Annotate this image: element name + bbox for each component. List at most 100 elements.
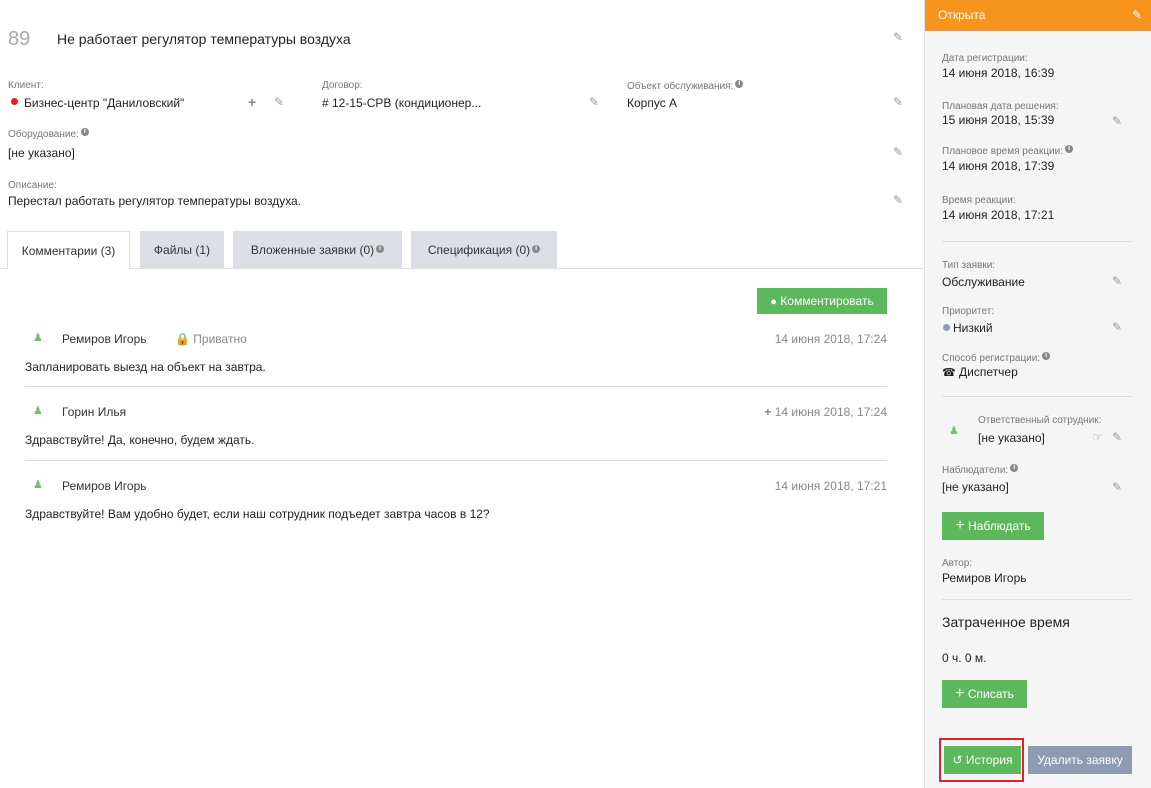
history-button-label: История [965,753,1013,767]
method-value-text: Диспетчер [959,365,1018,379]
add-client-icon[interactable]: + [248,94,256,110]
reaction-label: Время реакции: [942,195,1016,206]
edit-client-icon[interactable]: ✎ [272,96,286,108]
ticket-number: 89 [8,28,31,50]
comment-text: Запланировать выезд на объект на завтра. [25,360,266,374]
status-bar: Открыта ✎ [925,0,1151,31]
reaction-value: 14 июня 2018, 17:21 [942,208,1055,222]
tab-files[interactable]: Файлы (1) [140,231,224,269]
write-off-button[interactable]: + Списать [942,680,1027,708]
method-label-text: Способ регистрации: [942,353,1041,364]
info-icon[interactable]: i [1010,464,1019,472]
user-icon: ♟ [33,332,43,344]
ticket-title: Не работает регулятор температуры воздух… [57,31,351,47]
tab-nested-requests-label: Вложенные заявки (0) [250,243,375,257]
comment-item: ♟ Горин Илья + 14 июня 2018, 17:24 Здрав… [25,403,887,447]
reg-date-value: 14 июня 2018, 16:39 [942,66,1055,80]
observers-label: Наблюдатели: i [942,464,1019,476]
tab-specification-label: Спецификация (0) [427,243,531,257]
comment-date: 14 июня 2018, 17:24 [774,332,887,346]
priority-label: Приоритет: [942,306,995,317]
reg-date-label: Дата регистрации: [942,53,1028,64]
private-label: Приватно [193,332,247,346]
comment-author: Ремиров Игорь [62,332,147,346]
client-value[interactable]: Бизнес-центр "Даниловский" [24,96,184,110]
responsible-value: [не указано] [978,431,1045,445]
equipment-label-text: Оборудование: [8,129,79,140]
speech-bubble-icon: ● [770,296,777,308]
hand-icon[interactable]: ☞ [1092,430,1103,444]
contract-value[interactable]: # 12-15-СРВ (кондиционер... [322,96,481,110]
observe-button-label: Наблюдать [968,519,1031,533]
user-icon: ♟ [949,425,959,437]
method-label: Способ регистрации: i [942,352,1051,364]
author-value: Ремиров Игорь [942,571,1027,585]
delete-request-button[interactable]: Удалить заявку [1028,746,1132,774]
history-icon: ↺ [952,753,963,767]
comment-text: Здравствуйте! Вам удобно будет, если наш… [25,507,490,521]
info-icon[interactable]: i [80,128,89,136]
edit-status-icon[interactable]: ✎ [1130,9,1144,21]
comment-button[interactable]: ● Комментировать [757,288,887,314]
edit-title-icon[interactable]: ✎ [891,31,905,43]
observe-button[interactable]: + Наблюдать [942,512,1044,540]
sidebar-divider [942,599,1132,600]
comment-date: 14 июня 2018, 17:21 [774,479,887,493]
ticket-main: 89 Не работает регулятор температуры воз… [0,0,924,788]
observers-label-text: Наблюдатели: [942,465,1009,476]
edit-type-icon[interactable]: ✎ [1110,275,1124,287]
type-label: Тип заявки: [942,260,996,271]
comment-date: + 14 июня 2018, 17:24 [764,405,887,419]
info-icon: i [376,245,385,253]
comment-date-text: 14 июня 2018, 17:24 [774,405,887,419]
planned-date-label: Плановая дата решения: [942,101,1059,112]
info-icon[interactable]: i [735,80,744,88]
sidebar-divider [942,241,1132,242]
info-icon: i [532,245,541,253]
ticket-sidebar: Открыта ✎ Дата регистрации: 14 июня 2018… [924,0,1151,788]
comment-item: ♟ Ремиров Игорь 14 июня 2018, 17:21 Здра… [25,477,887,521]
write-off-button-label: Списать [967,687,1014,701]
comment-button-label: Комментировать [780,294,874,308]
tab-specification[interactable]: Спецификация (0) i [411,231,557,269]
equipment-value: [не указано] [8,146,75,160]
edit-description-icon[interactable]: ✎ [891,194,905,206]
object-value[interactable]: Корпус А [627,96,677,110]
edit-contract-icon[interactable]: ✎ [587,96,601,108]
comment-item: ♟ Ремиров Игорь 🔒 Приватно 14 июня 2018,… [25,330,887,374]
author-label: Автор: [942,558,973,569]
comment-author: Ремиров Игорь [62,479,147,493]
edit-priority-icon[interactable]: ✎ [1110,321,1124,333]
reply-plus-icon[interactable]: + [764,405,771,419]
object-label: Объект обслуживания: i [627,80,744,92]
responsible-label: Ответственный сотрудник: [978,415,1102,426]
edit-object-icon[interactable]: ✎ [891,96,905,108]
history-button[interactable]: ↺ История [944,746,1021,774]
client-status-dot [11,98,18,105]
description-label: Описание: [8,180,57,191]
info-icon[interactable]: i [1042,352,1051,360]
method-value: ☎ Диспетчер [942,365,1018,379]
lock-icon: 🔒 [175,332,190,346]
status-label: Открыта [938,8,986,22]
tab-comments[interactable]: Комментарии (3) [7,231,130,269]
user-icon: ♟ [33,479,43,491]
edit-responsible-icon[interactable]: ✎ [1110,431,1124,443]
tab-nested-requests[interactable]: Вложенные заявки (0) i [233,231,402,269]
observers-value: [не указано] [942,480,1009,494]
object-label-text: Объект обслуживания: [627,81,734,92]
edit-planned-date-icon[interactable]: ✎ [1110,115,1124,127]
time-spent-value: 0 ч. 0 м. [942,651,987,665]
plus-icon: + [955,517,965,534]
planned-reaction-label-text: Плановое время реакции: [942,146,1064,157]
comment-author: Горин Илья [62,405,127,419]
edit-equipment-icon[interactable]: ✎ [891,146,905,158]
info-icon[interactable]: i [1065,145,1074,153]
priority-value: Низкий [953,321,993,335]
planned-reaction-value: 14 июня 2018, 17:39 [942,159,1055,173]
edit-observers-icon[interactable]: ✎ [1110,481,1124,493]
client-label: Клиент: [8,80,44,91]
contract-label: Договор: [322,80,363,91]
comment-separator [25,386,887,387]
sidebar-divider [942,396,1132,397]
